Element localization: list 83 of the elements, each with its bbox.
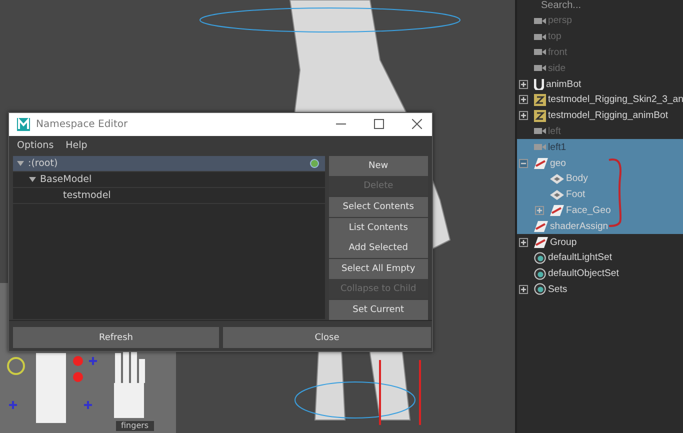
camera-icon — [534, 32, 546, 41]
collapse-icon[interactable] — [519, 158, 528, 168]
footer-button[interactable]: Close — [223, 327, 431, 348]
outliner-item-label: Sets — [548, 284, 568, 295]
app-logo-icon — [17, 118, 30, 131]
outliner-row[interactable]: left1 — [517, 139, 683, 156]
outliner-item-label: persp — [548, 15, 572, 26]
outliner-row[interactable]: animBot — [517, 76, 683, 92]
outliner-item-label: front — [548, 46, 568, 58]
outliner-item-label: testmodel_Rigging_Skin2_3_an — [548, 94, 683, 106]
outliner-row[interactable]: testmodel_Rigging_animBot — [517, 108, 683, 124]
namespace-label: :(root) — [28, 158, 59, 169]
transform-icon — [534, 236, 548, 248]
namespace-label: testmodel — [63, 190, 112, 201]
magnet-icon — [534, 78, 544, 90]
window-title: Namespace Editor — [36, 118, 129, 130]
outliner-item-label: Group — [550, 236, 577, 248]
camera-icon — [534, 16, 546, 25]
outliner-row[interactable]: Sets — [517, 282, 683, 298]
outliner-item-label: testmodel_Rigging_animBot — [548, 110, 668, 122]
set-icon — [534, 283, 546, 296]
outliner-item-label: Body — [566, 173, 588, 184]
set-icon — [534, 268, 546, 280]
namespace-label: BaseModel — [40, 174, 93, 185]
camera-icon — [534, 143, 546, 152]
menu-item[interactable]: Options — [17, 140, 54, 151]
outliner-row[interactable]: front — [517, 44, 683, 60]
outliner-row[interactable]: Group — [517, 234, 683, 250]
outliner-item-label: animBot — [546, 78, 582, 90]
transform-icon — [534, 220, 548, 232]
caret-icon[interactable] — [17, 160, 24, 166]
outliner-row[interactable]: Foot — [517, 186, 683, 203]
expand-icon[interactable] — [519, 80, 528, 89]
outliner-row[interactable]: defaultLightSet — [517, 250, 683, 266]
action-button[interactable]: Set Current — [328, 300, 428, 320]
outliner-item-label: side — [548, 62, 566, 74]
transform-icon — [534, 158, 548, 169]
close-icon[interactable] — [412, 119, 422, 130]
outliner-item-label: left1 — [548, 142, 566, 153]
outliner-item-label: Face_Geo — [566, 204, 611, 216]
namespace-row[interactable]: BaseModel — [13, 172, 325, 188]
transform-icon — [550, 204, 564, 216]
footer-button[interactable]: Refresh — [13, 327, 219, 348]
mesh-icon — [550, 190, 564, 200]
menu-item[interactable]: Help — [66, 140, 88, 151]
expand-icon[interactable] — [519, 95, 528, 104]
outliner-item-label: shaderAssign — [550, 220, 608, 232]
action-button[interactable]: List Contents — [328, 218, 428, 238]
camera-icon — [534, 48, 546, 56]
outliner-row[interactable]: geo — [517, 155, 683, 171]
namespace-row[interactable]: :(root) — [13, 156, 325, 172]
outliner-row[interactable]: top — [517, 28, 683, 45]
outliner-item-label: geo — [550, 158, 566, 169]
expand-icon[interactable] — [519, 284, 528, 294]
expand-icon[interactable] — [519, 111, 528, 120]
outliner-item-label: defaultObjectSet — [548, 268, 619, 280]
set-icon — [534, 252, 546, 264]
outliner-row[interactable]: persp — [517, 13, 683, 29]
outliner-item-label: Foot — [566, 189, 586, 200]
action-button[interactable]: Select All Empty — [328, 258, 428, 279]
caret-icon[interactable] — [29, 176, 36, 182]
maximize-icon[interactable] — [374, 119, 384, 130]
outliner-row[interactable]: testmodel_Rigging_Skin2_3_an — [517, 92, 683, 108]
outliner-row[interactable]: Face_Geo — [517, 202, 683, 218]
action-button[interactable]: Add Selected — [328, 238, 428, 258]
namespace-row[interactable]: testmodel — [13, 188, 325, 204]
layer-icon — [534, 110, 546, 122]
outliner-row[interactable]: shaderAssign — [517, 218, 683, 234]
expand-icon[interactable] — [519, 238, 528, 247]
outliner-row[interactable]: left — [517, 124, 683, 140]
outliner-row[interactable]: Body — [517, 170, 683, 187]
outliner-item-label: left — [548, 126, 561, 137]
tab-label[interactable]: fingers — [116, 421, 154, 431]
outliner-row[interactable]: defaultObjectSet — [517, 266, 683, 282]
outliner-row[interactable]: side — [517, 60, 683, 76]
outliner-item-label: defaultLightSet — [548, 252, 612, 264]
layer-icon — [534, 94, 546, 106]
camera-icon — [534, 127, 546, 136]
action-button[interactable]: New — [328, 156, 428, 176]
action-button[interactable]: Select Contents — [328, 197, 428, 218]
camera-icon — [534, 64, 546, 72]
outliner-item-label: top — [548, 31, 562, 42]
mesh-icon — [550, 174, 564, 184]
